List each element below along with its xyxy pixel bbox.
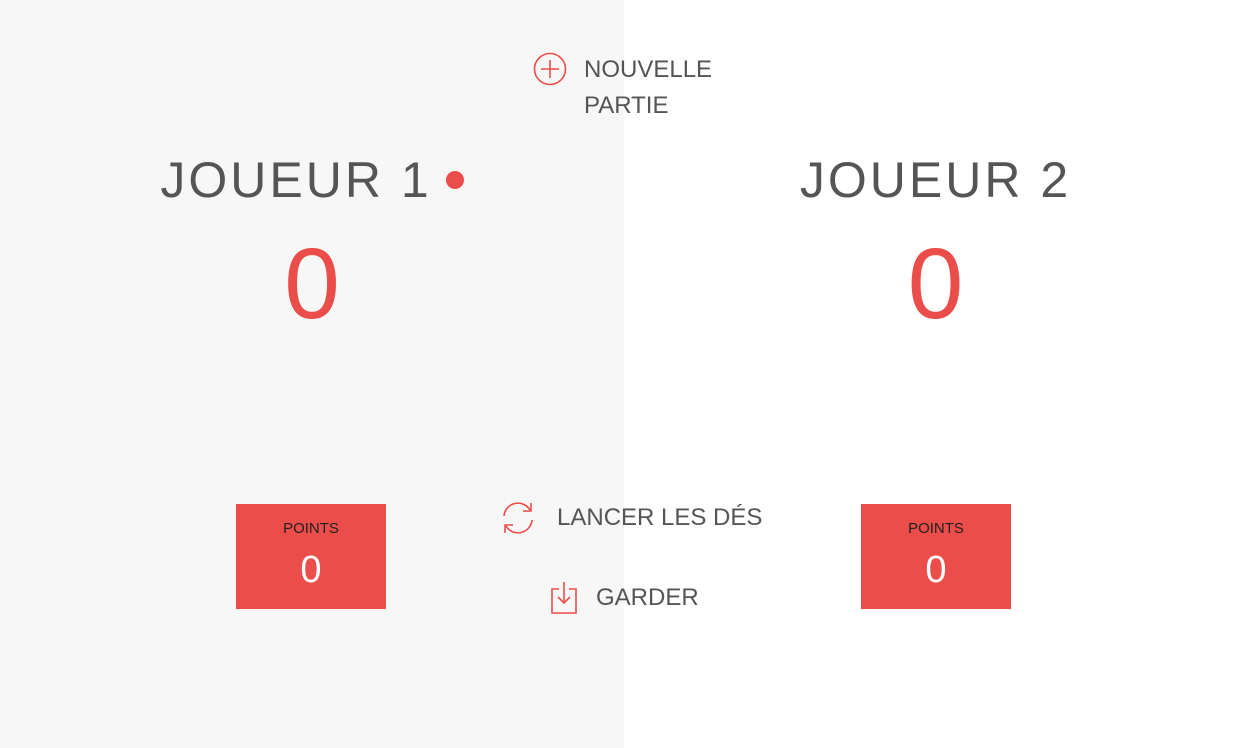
player-1-name-row: JOUEUR 1	[0, 150, 624, 210]
new-game-label: NOUVELLE PARTIE	[584, 56, 713, 119]
player-2-current-value: 0	[925, 549, 947, 591]
player-1-score: 0	[284, 228, 340, 340]
player-2-current-label: POINTS	[908, 520, 964, 537]
roll-dice-label: LANCER LES DÉS	[557, 504, 763, 531]
player-1-current-label: POINTS	[283, 520, 339, 537]
hold-label: GARDER	[596, 584, 699, 611]
player-1-current-box: POINTS 0	[236, 504, 386, 609]
player-2-name-row: JOUEUR 2	[624, 150, 1247, 210]
player-1-name: JOUEUR 1	[160, 152, 432, 208]
player-1-current-value: 0	[300, 549, 322, 591]
roll-dice-button[interactable]: LANCER LES DÉS	[498, 500, 762, 536]
refresh-icon	[498, 500, 538, 536]
download-icon	[550, 581, 578, 615]
hold-button[interactable]: GARDER	[550, 580, 699, 616]
player-2-name: JOUEUR 2	[799, 152, 1072, 208]
player-2-current-box: POINTS 0	[861, 504, 1011, 609]
new-game-button[interactable]: NOUVELLE PARTIE	[533, 52, 724, 124]
player-1-panel: JOUEUR 1 0 POINTS 0	[0, 0, 624, 748]
active-player-indicator	[445, 170, 464, 189]
player-2-score: 0	[907, 228, 964, 340]
plus-circle-icon	[533, 52, 567, 86]
